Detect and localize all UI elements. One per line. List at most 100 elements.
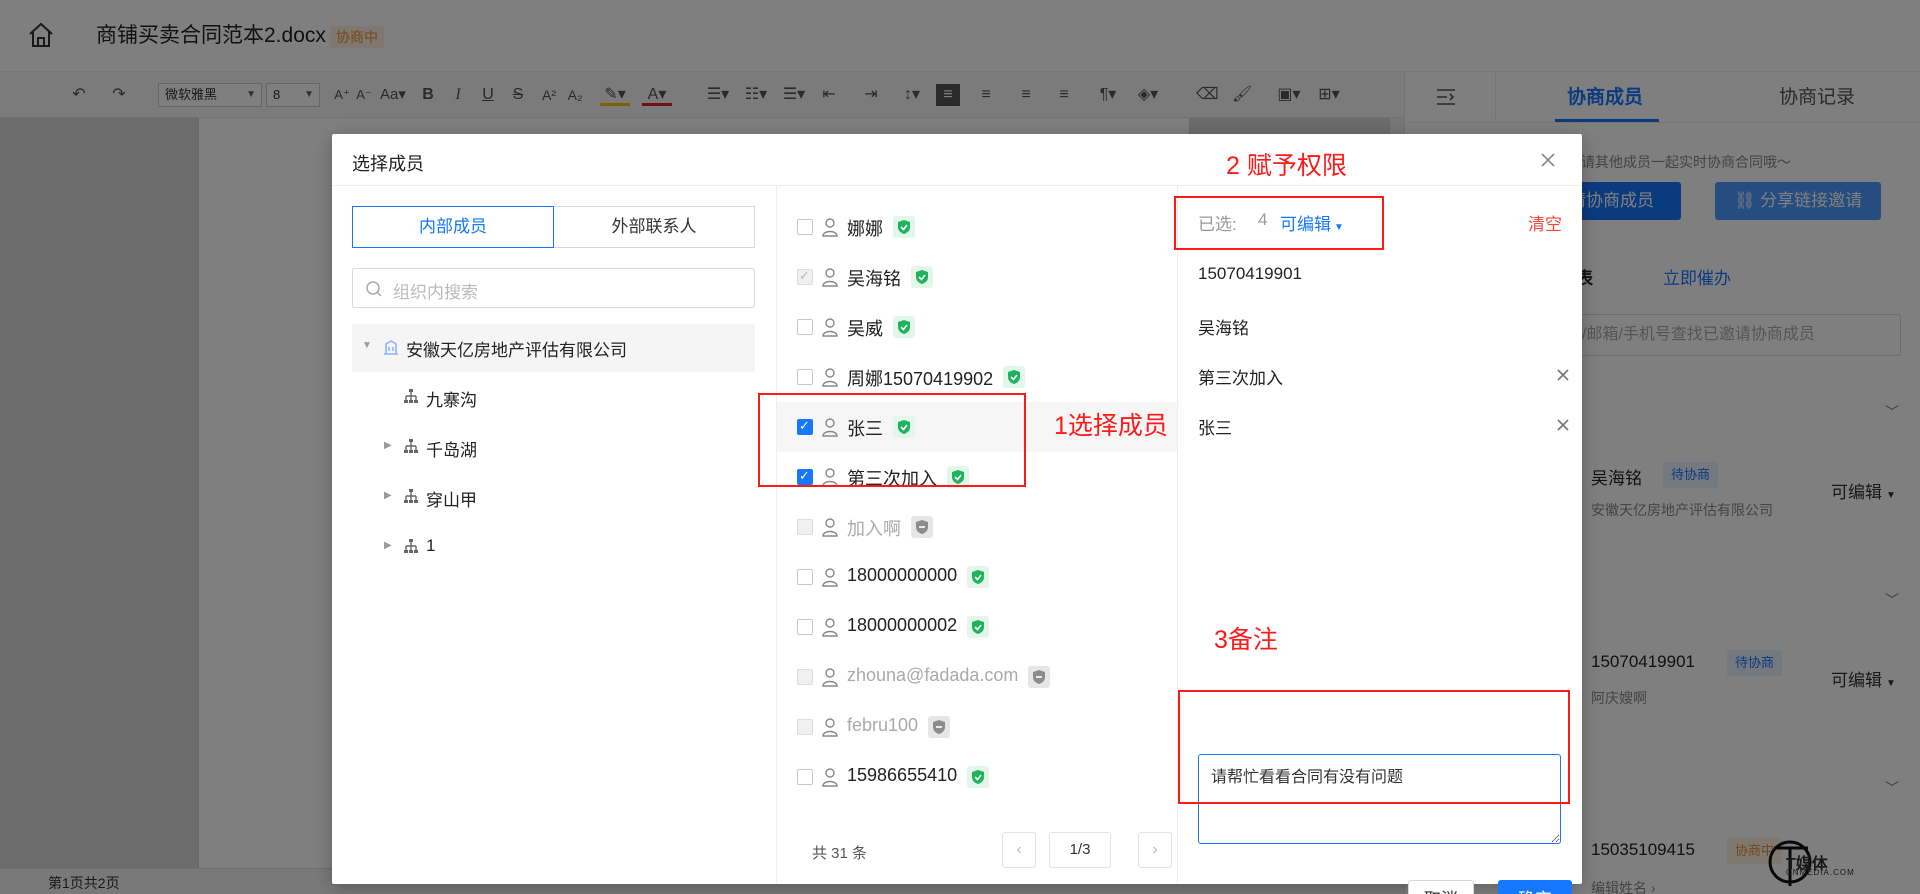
remove-icon[interactable] bbox=[1554, 366, 1572, 384]
org-tree-column: 内部成员 外部联系人 组织内搜索 ▼ 安徽天亿房地产评估有限公司 九寨沟 ▶ 千… bbox=[332, 186, 776, 884]
member-checkbox bbox=[797, 719, 813, 735]
selected-item-name: 第三次加入 bbox=[1198, 369, 1283, 388]
member-name: 周娜15070419902 bbox=[847, 369, 994, 389]
member-name: 吴威 bbox=[847, 319, 883, 339]
next-page-button[interactable]: › bbox=[1138, 832, 1172, 868]
annotation-step3: 3备注 bbox=[1214, 626, 1278, 654]
member-checkbox[interactable] bbox=[797, 219, 813, 235]
verified-shield-icon bbox=[893, 316, 915, 338]
member-row: ✓ 吴海铭 bbox=[777, 252, 1177, 302]
caret-down-icon[interactable]: ▼ bbox=[362, 340, 372, 351]
member-checkbox[interactable] bbox=[797, 369, 813, 385]
tree-node-company[interactable]: ▼ 安徽天亿房地产评估有限公司 bbox=[352, 324, 755, 372]
confirm-button[interactable]: 确定 bbox=[1498, 880, 1572, 894]
tree-node-label: 穿山甲 bbox=[426, 491, 477, 510]
check-icon: ✓ bbox=[799, 268, 810, 283]
close-button[interactable] bbox=[1538, 150, 1558, 170]
person-icon bbox=[821, 617, 839, 637]
member-checkbox[interactable] bbox=[797, 319, 813, 335]
chevron-right-icon: › bbox=[1152, 841, 1158, 858]
tab-internal-members[interactable]: 内部成员 bbox=[352, 206, 554, 248]
person-icon bbox=[821, 517, 839, 537]
member-checkbox bbox=[797, 519, 813, 535]
tree-node-dept[interactable]: 九寨沟 bbox=[352, 374, 755, 422]
selected-item: 张三 bbox=[1198, 414, 1569, 438]
org-structure-icon bbox=[404, 489, 418, 503]
unverified-shield-icon bbox=[928, 716, 951, 738]
member-row: zhouna@fadada.com bbox=[777, 652, 1177, 702]
verified-shield-icon bbox=[893, 216, 915, 238]
dialog-title: 选择成员 bbox=[352, 154, 424, 174]
verified-shield-icon bbox=[911, 266, 933, 288]
org-structure-icon bbox=[404, 439, 418, 453]
selected-item: 吴海铭 bbox=[1198, 314, 1568, 338]
tree-node-dept[interactable]: ▶ 1 bbox=[352, 524, 755, 572]
remove-icon[interactable] bbox=[1554, 416, 1572, 434]
prev-page-button[interactable]: ‹ bbox=[1002, 832, 1036, 868]
annotation-box-remark bbox=[1178, 690, 1570, 804]
person-icon bbox=[821, 267, 839, 287]
person-icon bbox=[821, 717, 839, 737]
tree-node-label: 1 bbox=[426, 536, 436, 555]
verified-shield-icon bbox=[967, 766, 990, 788]
annotation-step2: 2 赋予权限 bbox=[1226, 152, 1347, 180]
member-row[interactable]: 18000000002 bbox=[777, 602, 1177, 652]
tab-external-contacts[interactable]: 外部联系人 bbox=[553, 206, 755, 248]
cancel-button[interactable]: 取消 bbox=[1408, 880, 1474, 894]
member-row[interactable]: 吴威 bbox=[777, 302, 1177, 352]
member-name: 吴海铭 bbox=[847, 269, 901, 289]
member-checkbox[interactable] bbox=[797, 569, 813, 585]
tree-node-label: 安徽天亿房地产评估有限公司 bbox=[406, 341, 627, 360]
selected-item: 15070419901 bbox=[1198, 264, 1568, 288]
org-structure-icon bbox=[404, 389, 418, 403]
member-checkbox[interactable] bbox=[797, 619, 813, 635]
selected-item-name: 15070419901 bbox=[1198, 264, 1303, 283]
person-icon bbox=[821, 217, 839, 237]
pager-current[interactable]: 1/3 bbox=[1049, 832, 1111, 868]
member-row[interactable]: 15986655410 bbox=[777, 752, 1177, 802]
caret-right-icon[interactable]: ▶ bbox=[384, 490, 392, 501]
tree-node-dept[interactable]: ▶ 千岛湖 bbox=[352, 424, 755, 472]
person-icon bbox=[821, 367, 839, 387]
member-name: 15986655410 bbox=[847, 765, 958, 785]
tree-node-label: 千岛湖 bbox=[426, 441, 477, 460]
selected-item: 第三次加入 bbox=[1198, 364, 1569, 388]
caret-right-icon[interactable]: ▶ bbox=[384, 440, 392, 451]
chevron-left-icon: ‹ bbox=[1016, 841, 1022, 858]
caret-right-icon[interactable]: ▶ bbox=[384, 540, 392, 551]
member-row: 加入啊 bbox=[777, 502, 1177, 552]
annotation-step1: 1选择成员 bbox=[1054, 412, 1168, 440]
building-icon bbox=[384, 340, 398, 355]
unverified-shield-icon bbox=[1028, 666, 1051, 688]
verified-shield-icon bbox=[967, 616, 990, 638]
member-list-column: 娜娜 ✓ 吴海铭 吴威 周娜15070419902 ✓ 张三 ✓ 第三次加入 加入啊 1800000… bbox=[777, 186, 1177, 884]
org-search-input[interactable]: 组织内搜索 bbox=[352, 268, 755, 308]
member-name: 加入啊 bbox=[847, 519, 901, 539]
member-name: 娜娜 bbox=[847, 219, 883, 239]
member-checkbox[interactable] bbox=[797, 769, 813, 785]
member-checkbox bbox=[797, 669, 813, 685]
clear-selection-button[interactable]: 清空 bbox=[1528, 210, 1562, 235]
person-icon bbox=[821, 667, 839, 687]
member-row[interactable]: 娜娜 bbox=[777, 202, 1177, 252]
close-icon bbox=[1541, 153, 1555, 167]
pager-total: 共 31 条 bbox=[812, 845, 868, 862]
verified-shield-icon bbox=[1003, 366, 1026, 388]
search-icon bbox=[366, 281, 382, 297]
person-icon bbox=[821, 567, 839, 587]
person-icon bbox=[821, 767, 839, 787]
member-checkbox: ✓ bbox=[797, 268, 813, 285]
annotation-box-permission bbox=[1174, 196, 1384, 250]
selected-item-name: 张三 bbox=[1198, 419, 1232, 438]
member-name: 18000000002 bbox=[847, 615, 958, 635]
dialog-header: 选择成员 bbox=[332, 134, 1582, 186]
member-name: 18000000000 bbox=[847, 565, 958, 585]
member-row[interactable]: 18000000000 bbox=[777, 552, 1177, 602]
tree-node-dept[interactable]: ▶ 穿山甲 bbox=[352, 474, 755, 522]
member-name: zhouna@fadada.com bbox=[847, 665, 1019, 685]
selected-item-name: 吴海铭 bbox=[1198, 319, 1249, 338]
unverified-shield-icon bbox=[911, 516, 933, 538]
person-icon bbox=[821, 317, 839, 337]
annotation-box-select bbox=[758, 393, 1026, 487]
verified-shield-icon bbox=[967, 566, 990, 588]
